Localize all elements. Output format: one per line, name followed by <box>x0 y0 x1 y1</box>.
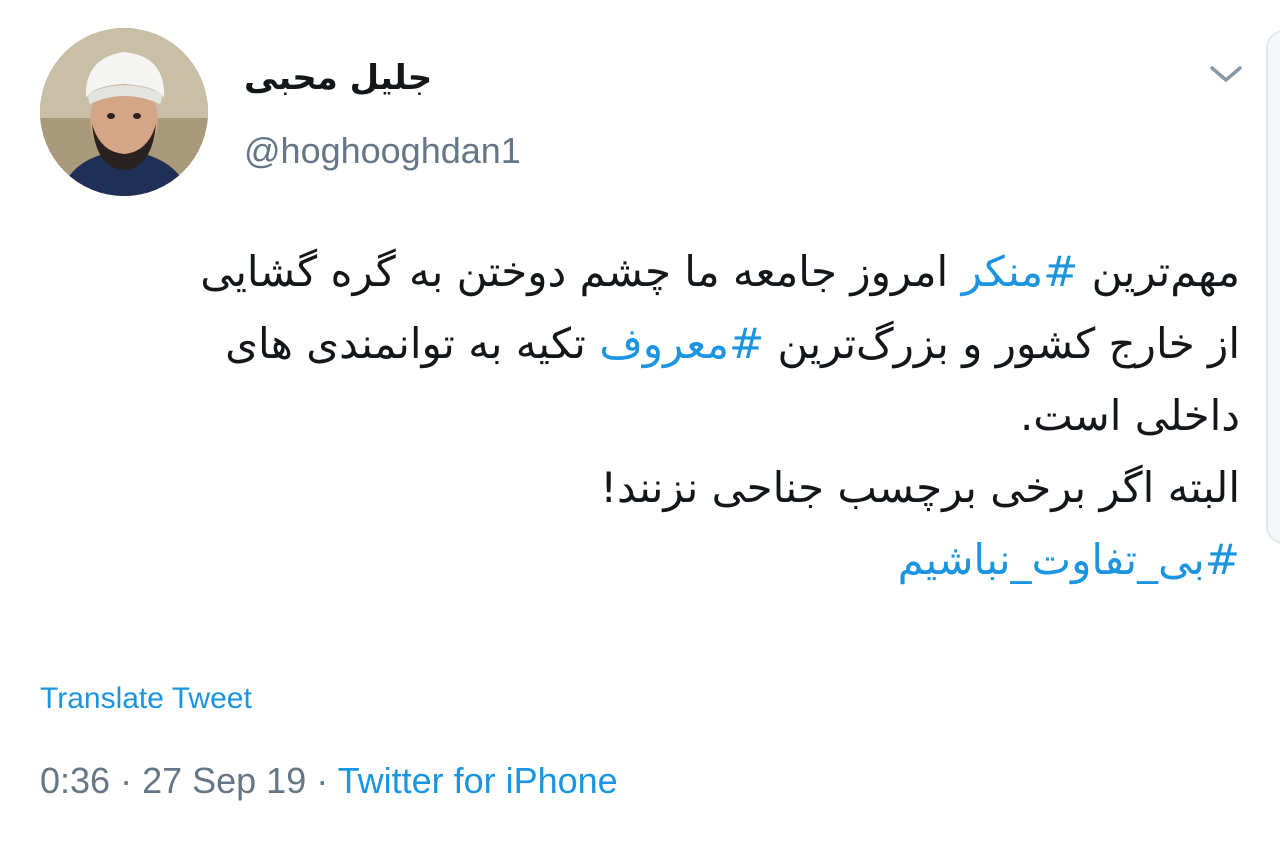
tweet-text-segment: امروز جامعه ما چشم دوختن به گره گشایی <box>200 247 962 296</box>
avatar[interactable] <box>40 28 208 196</box>
hashtag-link[interactable]: #منکر <box>962 247 1079 296</box>
tweet-source-link[interactable]: Twitter for iPhone <box>338 760 618 801</box>
tweet-metadata: 0:36 · 27 Sep 19 · Twitter for iPhone <box>40 760 618 802</box>
meta-separator: · <box>110 760 143 801</box>
tweet-line-1: مهم‌ترین #منکر امروز جامعه ما چشم دوختن … <box>40 236 1240 308</box>
tweet-card: جلیل محبی @hoghooghdan1 مهم‌ترین #منکر ا… <box>0 0 1280 844</box>
meta-separator: · <box>306 760 338 801</box>
tweet-text-segment: از خارج کشور و بزرگ‌ترین <box>764 319 1241 368</box>
tweet-line-4: البته اگر برخی برچسب جناحی نزنند! <box>600 463 1240 512</box>
tweet-text-segment: مهم‌ترین <box>1078 247 1240 296</box>
chevron-down-icon[interactable] <box>1206 58 1246 90</box>
tweet-text-segment: تکیه به توانمندی های <box>225 319 600 368</box>
user-handle[interactable]: @hoghooghdan1 <box>244 130 521 172</box>
tweet-text: مهم‌ترین #منکر امروز جامعه ما چشم دوختن … <box>40 236 1240 596</box>
tweet-time[interactable]: 0:36 <box>40 760 110 801</box>
tweet-line-3: داخلی است. <box>1019 391 1240 440</box>
display-name[interactable]: جلیل محبی <box>244 58 432 98</box>
hashtag-link[interactable]: #بی_تفاوت_نباشیم <box>40 524 1240 596</box>
tweet-line-2: از خارج کشور و بزرگ‌ترین #معروف تکیه به … <box>40 308 1240 380</box>
translate-tweet-link[interactable]: Translate Tweet <box>40 682 252 716</box>
adjacent-card-edge <box>1266 30 1280 544</box>
hashtag-link[interactable]: #معروف <box>599 319 764 368</box>
tweet-date[interactable]: 27 Sep 19 <box>142 760 306 801</box>
avatar-image <box>40 28 208 196</box>
